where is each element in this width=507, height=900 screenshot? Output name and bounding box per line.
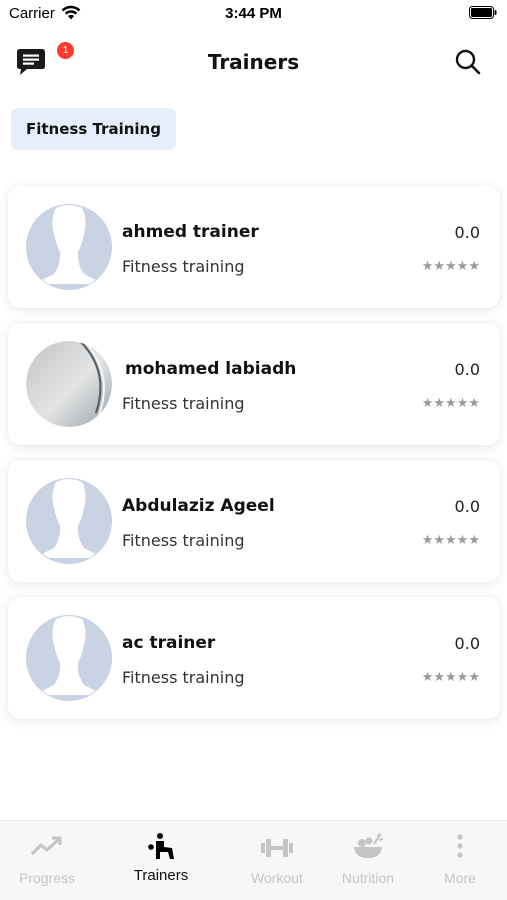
- tab-label: Trainers: [133, 867, 189, 884]
- star-rating-icon: ★★★★★: [421, 396, 480, 411]
- trainer-specialty: Fitness training: [122, 531, 245, 550]
- trainer-card[interactable]: Abdulaziz Ageel Fitness training 0.0 ★★★…: [8, 460, 500, 582]
- person-placeholder-icon: [26, 478, 112, 564]
- more-vertical-icon: [457, 834, 463, 858]
- avatar: [26, 204, 112, 290]
- page-title: Trainers: [207, 50, 300, 74]
- salad-bowl-icon: [354, 833, 384, 858]
- avatar: [26, 478, 112, 564]
- trending-up-icon: [30, 836, 62, 856]
- avatar: [26, 341, 112, 427]
- filter-chip-fitness-training[interactable]: Fitness Training: [11, 108, 176, 150]
- tab-workout[interactable]: Workout: [227, 821, 327, 900]
- trainer-card[interactable]: ac trainer Fitness training 0.0 ★★★★★: [8, 597, 500, 719]
- header: 1 Trainers: [0, 40, 507, 84]
- tab-nutrition[interactable]: Nutrition: [318, 821, 418, 900]
- star-rating-icon: ★★★★★: [421, 670, 480, 685]
- trainer-name: Abdulaziz Ageel: [122, 496, 275, 516]
- battery-icon: [469, 6, 497, 19]
- trainer-icon: [148, 833, 174, 859]
- tab-progress[interactable]: Progress: [0, 821, 97, 900]
- search-button[interactable]: [455, 49, 481, 75]
- star-rating-icon: ★★★★★: [421, 533, 480, 548]
- trainer-specialty: Fitness training: [122, 257, 245, 276]
- star-rating-icon: ★★★★★: [421, 259, 480, 274]
- trainer-rating: 0.0: [454, 497, 480, 516]
- person-placeholder-icon: [26, 204, 112, 290]
- tab-label: Workout: [251, 870, 303, 886]
- tab-label: Progress: [18, 870, 76, 886]
- tab-bar: Progress Trainers Workout Nutrition More: [0, 820, 507, 900]
- trainer-rating: 0.0: [454, 634, 480, 653]
- tab-label: More: [444, 870, 476, 886]
- trainer-card[interactable]: mohamed labiadh Fitness training 0.0 ★★★…: [8, 323, 500, 445]
- trainer-name: ac trainer: [122, 633, 216, 653]
- status-time: 3:44 PM: [225, 5, 282, 22]
- tab-label: Nutrition: [341, 870, 395, 886]
- tab-trainers[interactable]: Trainers: [111, 821, 211, 900]
- status-bar: Carrier 3:44 PM: [0, 0, 507, 28]
- trainer-name: ahmed trainer: [122, 222, 259, 242]
- avatar: [26, 615, 112, 701]
- trainer-specialty: Fitness training: [122, 394, 245, 413]
- avatar-photo: [26, 341, 112, 427]
- trainer-card[interactable]: ahmed trainer Fitness training 0.0 ★★★★★: [8, 186, 500, 308]
- trainer-name: mohamed labiadh: [125, 359, 297, 379]
- trainer-rating: 0.0: [454, 223, 480, 242]
- person-placeholder-icon: [26, 615, 112, 701]
- search-icon: [455, 49, 481, 75]
- trainer-specialty: Fitness training: [122, 668, 245, 687]
- trainer-rating: 0.0: [454, 360, 480, 379]
- dumbbell-icon: [261, 839, 293, 857]
- tab-more[interactable]: More: [410, 821, 507, 900]
